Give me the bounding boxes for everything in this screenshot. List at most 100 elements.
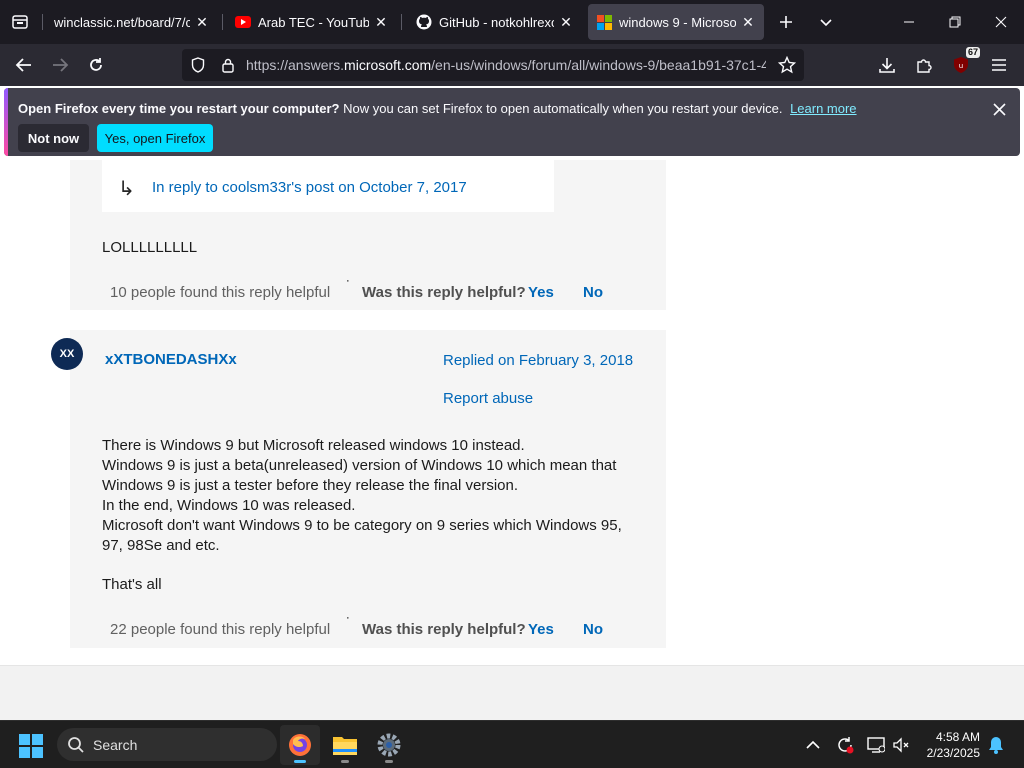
close-window-icon[interactable] xyxy=(978,0,1024,44)
author-name-link[interactable]: xXTBONEDASHXx xyxy=(105,351,237,368)
extensions-icon[interactable] xyxy=(911,53,937,77)
new-tab-icon[interactable] xyxy=(774,10,798,34)
separator-dot: ˙ xyxy=(346,615,351,632)
close-icon[interactable]: ✕ xyxy=(194,14,210,30)
helpful-yes-button[interactable]: Yes xyxy=(528,621,554,638)
was-helpful-label: Was this reply helpful? xyxy=(362,284,526,301)
firefox-taskbar-icon[interactable] xyxy=(280,725,320,765)
youtube-icon xyxy=(235,14,251,30)
close-icon[interactable] xyxy=(990,100,1008,118)
url-prefix: https://answers. xyxy=(246,57,345,73)
url-domain: microsoft.com xyxy=(344,57,432,73)
minimize-icon[interactable] xyxy=(886,0,932,44)
replied-date-link[interactable]: Replied on February 3, 2018 xyxy=(443,352,633,369)
notification-title: Open Firefox every time you restart your… xyxy=(18,101,340,116)
clock-time: 4:58 AM xyxy=(935,730,980,744)
tab-separator xyxy=(401,14,402,30)
helpful-count: 10 people found this reply helpful xyxy=(110,284,331,301)
body-line: Microsoft don't want Windows 9 to be cat… xyxy=(102,517,622,534)
reply-card: There is Windows 9 but Microsoft release… xyxy=(70,330,666,648)
reply-card: ↳ In reply to coolsm33r's post on Octobe… xyxy=(70,160,666,310)
chevron-up-icon[interactable] xyxy=(803,735,823,755)
in-reply-to-link[interactable]: In reply to coolsm33r's post on October … xyxy=(152,179,467,196)
lock-icon[interactable] xyxy=(220,57,236,73)
bookmark-star-icon[interactable] xyxy=(777,55,797,79)
was-helpful-label: Was this reply helpful? xyxy=(362,621,526,638)
settings-gear-icon[interactable] xyxy=(369,725,409,765)
close-icon[interactable]: ✕ xyxy=(373,14,389,30)
avatar[interactable]: XX xyxy=(51,338,83,370)
list-all-tabs-icon[interactable] xyxy=(814,10,838,34)
body-line-blank xyxy=(102,556,622,575)
separator-dot: ˙ xyxy=(346,278,351,295)
search-icon xyxy=(67,736,85,754)
reply-arrow-icon: ↳ xyxy=(118,178,135,200)
extension-badge-count: 67 xyxy=(965,47,980,58)
body-line: There is Windows 9 but Microsoft release… xyxy=(102,437,525,454)
url-text[interactable]: https://answers.microsoft.com/en-us/wind… xyxy=(246,57,766,73)
in-reply-to-box: ↳ In reply to coolsm33r's post on Octobe… xyxy=(102,160,554,212)
reload-icon[interactable] xyxy=(83,53,109,77)
body-line: In the end, Windows 10 was released. xyxy=(102,497,356,514)
reply-body: There is Windows 9 but Microsoft release… xyxy=(102,436,622,595)
default-browser-notification: Open Firefox every time you restart your… xyxy=(4,88,1020,156)
page-footer-band xyxy=(0,665,1024,720)
helpful-yes-button[interactable]: Yes xyxy=(528,284,554,301)
yes-open-firefox-button[interactable]: Yes, open Firefox xyxy=(97,124,213,152)
taskbar-search-box[interactable]: Search xyxy=(57,728,277,761)
report-abuse-link[interactable]: Report abuse xyxy=(443,390,533,407)
tab-separator xyxy=(42,14,43,30)
tab-microsoft-active[interactable]: windows 9 - Microsoft ✕ xyxy=(588,4,764,40)
notification-bell-icon[interactable] xyxy=(986,735,1006,755)
tab-github[interactable]: GitHub - notkohlrexo/A ✕ xyxy=(408,4,582,40)
ublock-origin-icon[interactable]: u 67 xyxy=(948,47,980,77)
sync-alert-icon[interactable] xyxy=(835,735,855,755)
page-content: ↳ In reply to coolsm33r's post on Octobe… xyxy=(0,160,1024,720)
tab-separator xyxy=(222,14,223,30)
helpful-no-button[interactable]: No xyxy=(583,284,603,301)
search-label: Search xyxy=(93,736,138,753)
helpful-count: 22 people found this reply helpful xyxy=(110,621,331,638)
running-indicator xyxy=(385,760,393,763)
windows-taskbar: Search 4:58 AM 2/23/2025 xyxy=(0,720,1024,768)
address-bar[interactable]: https://answers.microsoft.com/en-us/wind… xyxy=(182,49,804,81)
tab-winclassic[interactable]: winclassic.net/board/7/cust ✕ xyxy=(46,4,218,40)
microsoft-logo-icon xyxy=(596,14,612,30)
tab-youtube[interactable]: Arab TEC - YouTube ✕ xyxy=(227,4,397,40)
volume-muted-icon[interactable] xyxy=(891,735,911,755)
back-arrow-icon[interactable] xyxy=(11,53,37,77)
body-line: Windows 9 is just a tester before they r… xyxy=(102,477,519,494)
shield-icon[interactable] xyxy=(190,57,206,73)
helpful-no-button[interactable]: No xyxy=(583,621,603,638)
reply-body: LOLLLLLLLLL xyxy=(102,239,198,256)
notification-text: Now you can set Firefox to open automati… xyxy=(343,101,783,116)
notification-accent xyxy=(4,88,8,156)
close-icon[interactable]: ✕ xyxy=(740,14,756,30)
tab-title: GitHub - notkohlrexo/A xyxy=(439,14,554,30)
running-indicator xyxy=(341,760,349,763)
clock-date: 2/23/2025 xyxy=(926,746,980,760)
svg-text:u: u xyxy=(959,62,963,70)
body-line: That's all xyxy=(102,576,162,593)
tab-title: winclassic.net/board/7/cust xyxy=(54,14,190,30)
downloads-icon[interactable] xyxy=(874,53,900,77)
tab-title: Arab TEC - YouTube xyxy=(258,14,369,30)
url-path: /en-us/windows/forum/all/windows-9/beaa1… xyxy=(431,57,766,73)
restore-icon[interactable] xyxy=(932,0,978,44)
github-icon xyxy=(416,14,432,30)
forward-arrow-icon[interactable] xyxy=(47,53,73,77)
file-explorer-icon[interactable] xyxy=(325,725,365,765)
active-indicator xyxy=(294,760,306,763)
notification-message: Open Firefox every time you restart your… xyxy=(18,101,857,116)
network-icon[interactable] xyxy=(866,735,886,755)
firefox-view-icon[interactable] xyxy=(8,10,32,34)
windows-start-icon[interactable] xyxy=(18,733,44,759)
tab-title: windows 9 - Microsoft xyxy=(619,14,736,30)
not-now-button[interactable]: Not now xyxy=(18,124,89,152)
learn-more-link[interactable]: Learn more xyxy=(790,101,856,116)
close-icon[interactable]: ✕ xyxy=(558,14,574,30)
system-clock[interactable]: 4:58 AM 2/23/2025 xyxy=(918,729,980,761)
body-line: Windows 9 is just a beta(unreleased) ver… xyxy=(102,457,617,474)
navigation-toolbar: https://answers.microsoft.com/en-us/wind… xyxy=(0,44,1024,86)
menu-hamburger-icon[interactable] xyxy=(986,53,1012,77)
